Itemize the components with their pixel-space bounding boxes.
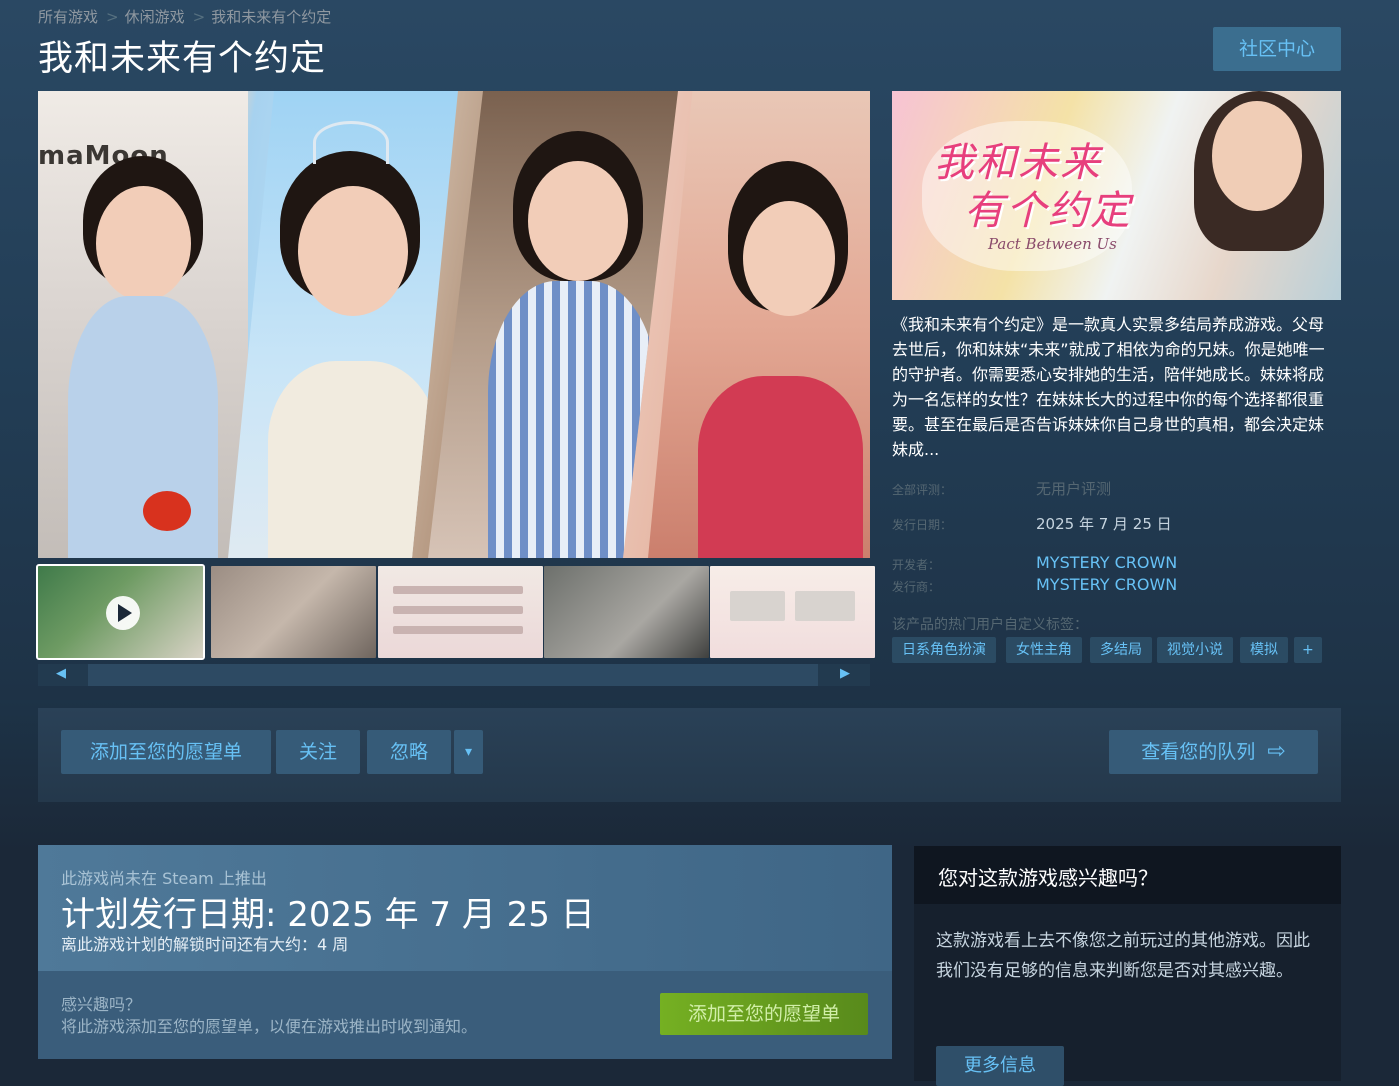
tag-more-button[interactable]: +	[1294, 637, 1322, 663]
publisher-label: 发行商：	[892, 580, 941, 594]
capsule-title-line-1: 我和未来	[934, 140, 1102, 186]
scrollbar-thumb[interactable]	[88, 664, 818, 686]
thumbnail-screenshot-3[interactable]	[544, 566, 709, 658]
capsule-girl-face	[1212, 101, 1302, 211]
recommendation-text: 这款游戏看上去不像您之前玩过的其他游戏。因此我们没有足够的信息来判断您是否对其感…	[936, 931, 1310, 981]
breadcrumb-current[interactable]: 我和未来有个约定	[211, 8, 331, 26]
planned-release-date: 计划发行日期: 2025 年 7 月 25 日	[61, 895, 595, 935]
girl-face-2	[298, 186, 408, 316]
more-info-button[interactable]: 更多信息	[936, 1046, 1064, 1086]
ui-row	[393, 626, 523, 634]
scroll-left-icon[interactable]: ◀	[56, 666, 66, 681]
wishlist-green-button[interactable]: 添加至您的愿望单	[660, 993, 868, 1035]
community-hub-button[interactable]: 社区中心	[1213, 27, 1341, 71]
arrow-right-icon: ⇨	[1267, 739, 1286, 764]
media-panel-1: maMoon	[38, 91, 248, 558]
play-icon	[106, 596, 140, 630]
girl-dress-2	[268, 361, 438, 558]
release-date-label: 发行日期：	[892, 518, 953, 532]
page-title: 我和未来有个约定	[38, 39, 327, 79]
breadcrumb: 所有游戏 > 休闲游戏 > 我和未来有个约定	[38, 6, 333, 27]
thumbnail-screenshot-4[interactable]	[710, 566, 875, 658]
tag-simulation[interactable]: 模拟	[1240, 637, 1288, 663]
media-panel-4	[648, 91, 870, 558]
tags-label: 该产品的热门用户自定义标签：	[892, 617, 1088, 633]
coming-soon-box: 此游戏尚未在 Steam 上推出 计划发行日期: 2025 年 7 月 25 日…	[38, 845, 892, 1059]
game-description: 《我和未来有个约定》是一款真人实景多结局养成游戏。父母去世后，你和妹妹“未来”就…	[892, 315, 1325, 459]
breadcrumb-separator: >	[192, 8, 206, 26]
release-date-value: 2025 年 7 月 25 日	[1036, 515, 1172, 533]
thumbnail-video[interactable]	[36, 564, 205, 660]
wishlist-notify-text: 将此游戏添加至您的愿望单，以便在游戏推出时收到通知。	[61, 1017, 478, 1036]
capsule-logo-title: 我和未来 有个约定	[934, 139, 1132, 235]
girl-face-3	[528, 161, 628, 281]
girl-dress-4	[698, 376, 863, 558]
ui-card	[795, 591, 855, 621]
tag-female-protagonist[interactable]: 女性主角	[1006, 637, 1082, 663]
tag-jrpg[interactable]: 日系角色扮演	[892, 637, 996, 663]
recommendation-title: 您对这款游戏感兴趣吗？	[938, 866, 1158, 890]
scroll-right-icon[interactable]: ▶	[840, 666, 850, 681]
media-panel-2	[228, 91, 458, 558]
tomato-image	[143, 491, 191, 531]
media-panel-3	[428, 91, 678, 558]
interested-question: 感兴趣吗？	[61, 995, 142, 1014]
breadcrumb-separator: >	[106, 8, 119, 26]
girl-dress-3	[488, 281, 658, 558]
ui-card	[730, 591, 785, 621]
header-capsule-image: 我和未来 有个约定 Pact Between Us	[892, 91, 1341, 300]
follow-button[interactable]: 关注	[276, 730, 360, 774]
ui-row	[393, 606, 523, 614]
thumbnail-screenshot-2[interactable]	[378, 566, 543, 658]
capsule-subtitle: Pact Between Us	[988, 235, 1117, 253]
media-thumbnail-strip	[36, 564, 875, 660]
thumbnail-screenshot-1[interactable]	[211, 566, 376, 658]
ignore-button[interactable]: 忽略	[367, 730, 451, 774]
view-queue-button[interactable]: 查看您的队列 ⇨	[1109, 730, 1318, 774]
not-released-notice: 此游戏尚未在 Steam 上推出	[61, 869, 267, 888]
capsule-title-line-2: 有个约定	[964, 188, 1132, 234]
publisher-link[interactable]: MYSTERY CROWN	[1036, 575, 1177, 594]
girl-dress-1	[68, 296, 218, 558]
breadcrumb-all-games[interactable]: 所有游戏	[38, 8, 98, 26]
thumbnail-scrollbar[interactable]: ◀ ▶	[38, 664, 870, 686]
developer-label: 开发者：	[892, 558, 941, 572]
tiara-image	[313, 121, 389, 164]
tag-visual-novel[interactable]: 视觉小说	[1157, 637, 1233, 663]
developer-link[interactable]: MYSTERY CROWN	[1036, 553, 1177, 572]
girl-face-1	[96, 186, 191, 301]
ui-row	[393, 586, 523, 594]
reviews-label: 全部评测：	[892, 483, 953, 497]
breadcrumb-casual[interactable]: 休闲游戏	[125, 8, 185, 26]
recommendation-box: 您对这款游戏感兴趣吗？ 这款游戏看上去不像您之前玩过的其他游戏。因此我们没有足够…	[914, 846, 1341, 1086]
reviews-value: 无用户评测	[1036, 480, 1112, 498]
queue-action-bar: 添加至您的愿望单 关注 忽略 ▾ 查看您的队列 ⇨	[38, 708, 1341, 802]
ignore-dropdown-icon[interactable]: ▾	[454, 730, 483, 774]
tag-multiple-endings[interactable]: 多结局	[1090, 637, 1152, 663]
girl-face-4	[743, 201, 835, 316]
add-to-wishlist-button[interactable]: 添加至您的愿望单	[61, 730, 271, 774]
main-media-viewer[interactable]: maMoon	[38, 91, 870, 558]
unlock-eta: 离此游戏计划的解锁时间还有大约：4 周	[61, 935, 349, 954]
view-queue-label: 查看您的队列	[1141, 741, 1256, 763]
